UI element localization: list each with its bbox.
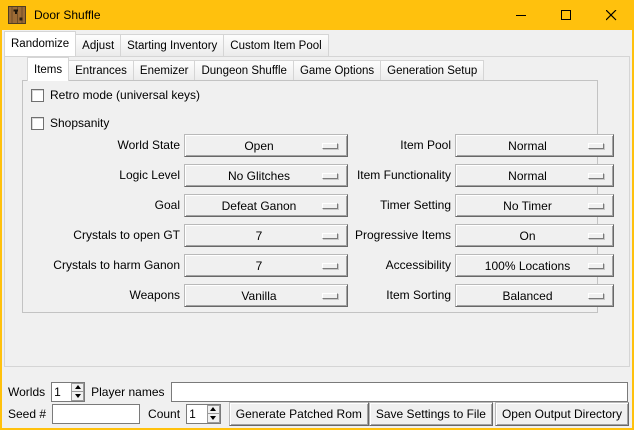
app-icon bbox=[8, 6, 26, 24]
progressive-items-dropdown[interactable]: On bbox=[455, 224, 614, 247]
timer-setting-label: Timer Setting bbox=[319, 194, 451, 217]
tab-custom-item-pool[interactable]: Custom Item Pool bbox=[223, 34, 328, 56]
logic-level-label: Logic Level bbox=[39, 164, 180, 187]
crystals-harm-ganon-label: Crystals to harm Ganon bbox=[39, 254, 180, 277]
door-shuffle-window: Door Shuffle Randomize Adjust Starting I… bbox=[0, 0, 634, 430]
count-label: Count bbox=[148, 407, 180, 421]
worlds-row: Worlds Player names bbox=[8, 381, 628, 402]
seed-input[interactable] bbox=[52, 404, 140, 424]
dropdown-indicator-icon bbox=[588, 173, 604, 179]
item-pool-dropdown[interactable]: Normal bbox=[455, 134, 614, 157]
accessibility-dropdown[interactable]: 100% Locations bbox=[455, 254, 614, 277]
item-sorting-dropdown[interactable]: Balanced bbox=[455, 284, 614, 307]
minimize-icon bbox=[516, 10, 527, 21]
arrow-down-icon bbox=[210, 416, 216, 420]
window-controls bbox=[499, 0, 634, 30]
window-title: Door Shuffle bbox=[34, 8, 101, 22]
item-pool-label: Item Pool bbox=[319, 134, 451, 157]
worlds-spinner bbox=[51, 382, 85, 402]
close-button[interactable] bbox=[589, 0, 634, 30]
maximize-icon bbox=[561, 10, 572, 21]
timer-setting-dropdown[interactable]: No Timer bbox=[455, 194, 614, 217]
tab-randomize[interactable]: Randomize bbox=[4, 31, 76, 56]
accessibility-label: Accessibility bbox=[319, 254, 451, 277]
world-state-label: World State bbox=[39, 134, 180, 157]
worlds-input[interactable] bbox=[52, 383, 71, 401]
minimize-button[interactable] bbox=[499, 0, 544, 30]
player-names-input[interactable] bbox=[171, 382, 629, 402]
tab-adjust[interactable]: Adjust bbox=[75, 34, 121, 56]
count-spinner bbox=[186, 404, 221, 424]
worlds-label: Worlds bbox=[8, 385, 45, 399]
tab-entrances[interactable]: Entrances bbox=[68, 60, 134, 81]
item-functionality-label: Item Functionality bbox=[319, 164, 451, 187]
player-names-label: Player names bbox=[91, 385, 164, 399]
weapons-label: Weapons bbox=[39, 284, 180, 307]
main-tab-bar: Randomize Adjust Starting Inventory Cust… bbox=[4, 31, 328, 56]
retro-mode-checkbox[interactable] bbox=[31, 89, 44, 102]
arrow-up-icon bbox=[75, 385, 81, 389]
tab-generation-setup[interactable]: Generation Setup bbox=[380, 60, 484, 81]
tab-starting-inventory[interactable]: Starting Inventory bbox=[120, 34, 224, 56]
open-output-directory-button[interactable]: Open Output Directory bbox=[495, 402, 629, 426]
dropdown-indicator-icon bbox=[588, 143, 604, 149]
seed-label: Seed # bbox=[8, 407, 46, 421]
count-spin-up-button[interactable] bbox=[207, 405, 220, 415]
item-sorting-label: Item Sorting bbox=[319, 284, 451, 307]
count-input[interactable] bbox=[187, 405, 207, 423]
arrow-down-icon bbox=[75, 394, 81, 398]
worlds-spin-up-button[interactable] bbox=[71, 383, 84, 393]
client-area: Randomize Adjust Starting Inventory Cust… bbox=[2, 30, 632, 428]
dropdown-indicator-icon bbox=[588, 233, 604, 239]
tab-game-options[interactable]: Game Options bbox=[293, 60, 381, 81]
retro-mode-label: Retro mode (universal keys) bbox=[50, 88, 200, 102]
count-spin-down-button[interactable] bbox=[207, 414, 220, 423]
item-functionality-dropdown[interactable]: Normal bbox=[455, 164, 614, 187]
dropdown-indicator-icon bbox=[588, 293, 604, 299]
sub-tab-bar: Items Entrances Enemizer Dungeon Shuffle… bbox=[27, 57, 483, 81]
items-tab-pane: Retro mode (universal keys) Shopsanity W… bbox=[22, 80, 598, 313]
shopsanity-checkbox[interactable] bbox=[31, 117, 44, 130]
dropdown-indicator-icon bbox=[588, 203, 604, 209]
retro-mode-checkbox-row: Retro mode (universal keys) bbox=[31, 87, 200, 103]
seed-row: Seed # Count Generate Patched Rom Save S… bbox=[8, 401, 629, 426]
tab-dungeon-shuffle[interactable]: Dungeon Shuffle bbox=[194, 60, 293, 81]
close-icon bbox=[606, 10, 617, 21]
progressive-items-label: Progressive Items bbox=[319, 224, 451, 247]
maximize-button[interactable] bbox=[544, 0, 589, 30]
dropdown-indicator-icon bbox=[588, 263, 604, 269]
shopsanity-checkbox-row: Shopsanity bbox=[31, 115, 109, 131]
goal-label: Goal bbox=[39, 194, 180, 217]
save-settings-button[interactable]: Save Settings to File bbox=[369, 402, 493, 426]
crystals-open-gt-label: Crystals to open GT bbox=[39, 224, 180, 247]
tab-items[interactable]: Items bbox=[27, 57, 69, 81]
arrow-up-icon bbox=[210, 407, 216, 411]
shopsanity-label: Shopsanity bbox=[50, 116, 109, 130]
generate-patched-rom-button[interactable]: Generate Patched Rom bbox=[229, 402, 369, 426]
title-bar: Door Shuffle bbox=[0, 0, 634, 30]
worlds-spin-down-button[interactable] bbox=[71, 392, 84, 401]
tab-enemizer[interactable]: Enemizer bbox=[133, 60, 196, 81]
